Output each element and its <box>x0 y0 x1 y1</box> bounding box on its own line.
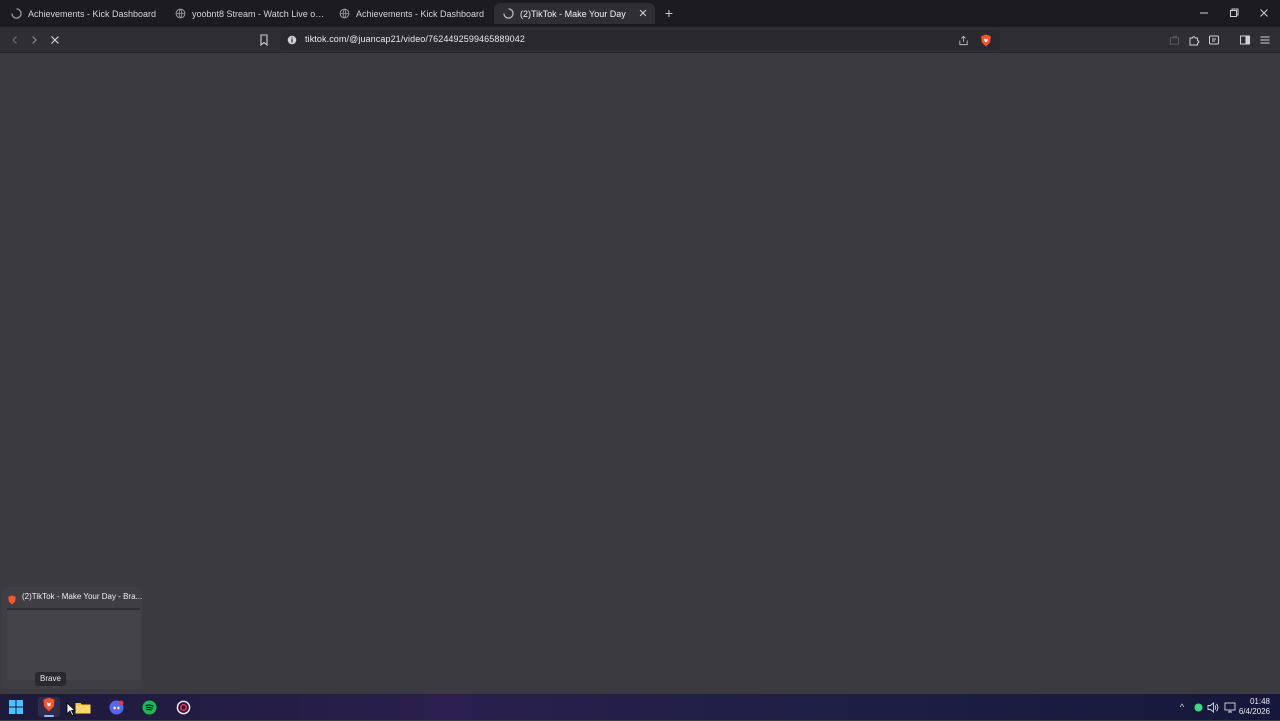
globe-icon <box>174 8 186 20</box>
tab-achievements-kick-2[interactable]: Achievements - Kick Dashboard <box>330 3 490 24</box>
loading-spinner-icon <box>10 8 22 20</box>
tab-achievements-kick-1[interactable]: Achievements - Kick Dashboard <box>2 3 162 24</box>
wallet-icon[interactable] <box>1166 32 1182 48</box>
mouse-cursor-icon <box>66 702 77 717</box>
forward-button[interactable] <box>26 32 42 48</box>
loading-spinner-icon <box>502 8 514 20</box>
leo-ai-icon[interactable] <box>1206 32 1222 48</box>
url-text: tiktok.com/@juancap21/video/762449259946… <box>305 34 526 44</box>
extensions-icon[interactable] <box>1186 32 1202 48</box>
tab-title: (2)TikTok - Make Your Day <box>520 8 626 19</box>
browser-toolbar: tiktok.com/@juancap21/video/762449259946… <box>0 27 1280 53</box>
sidebar-toggle-icon[interactable] <box>1237 32 1253 48</box>
tab-tiktok[interactable]: (2)TikTok - Make Your Day ✕ <box>494 3 655 24</box>
clock-date: 6/4/2026 <box>1238 707 1270 716</box>
brave-shields-icon[interactable] <box>978 32 994 48</box>
system-clock[interactable]: 01:48 6/4/2026 <box>1239 697 1270 717</box>
restore-button[interactable] <box>1224 4 1244 22</box>
stop-loading-button[interactable] <box>47 32 63 48</box>
taskbar-window-preview[interactable]: (2)TikTok - Make Your Day - Bra... <box>2 587 142 689</box>
show-hidden-icons-icon[interactable]: ^ <box>1175 700 1189 714</box>
active-indicator <box>44 715 54 717</box>
address-bar[interactable]: tiktok.com/@juancap21/video/762449259946… <box>280 30 1000 50</box>
globe-icon <box>338 8 350 20</box>
status-dot-icon[interactable] <box>1191 700 1205 714</box>
tab-strip: Achievements - Kick Dashboard yoobnt8 St… <box>0 0 1280 27</box>
preview-title: (2)TikTok - Make Your Day - Bra... <box>22 592 143 601</box>
page-content <box>0 53 1280 694</box>
tab-title: yoobnt8 Stream - Watch Live on Kick <box>192 8 326 19</box>
volume-icon[interactable] <box>1206 700 1220 714</box>
bookmark-icon[interactable] <box>256 32 272 48</box>
tab-title: Achievements - Kick Dashboard <box>356 8 485 19</box>
minimize-button[interactable] <box>1194 4 1214 22</box>
windows-start-icon[interactable] <box>5 697 27 717</box>
site-info-icon[interactable] <box>284 32 300 48</box>
taskbar: ^ 01:48 6/4/2026 <box>0 694 1280 720</box>
tab-yoobnt8-stream[interactable]: yoobnt8 Stream - Watch Live on Kick <box>166 3 326 24</box>
opera-gx-icon[interactable] <box>172 697 194 717</box>
brave-icon <box>42 697 56 717</box>
share-icon[interactable] <box>955 32 971 48</box>
discord-icon[interactable] <box>105 697 127 717</box>
back-button[interactable] <box>7 32 23 48</box>
taskbar-tooltip: Brave <box>35 672 66 686</box>
brave-taskbar-button[interactable] <box>38 697 60 717</box>
preview-thumbnail <box>7 608 140 680</box>
close-tab-icon[interactable]: ✕ <box>636 7 650 21</box>
close-window-button[interactable] <box>1254 4 1274 22</box>
clock-time: 01:48 <box>1249 697 1270 706</box>
menu-icon[interactable] <box>1257 32 1273 48</box>
tab-title: Achievements - Kick Dashboard <box>28 8 157 19</box>
brave-icon <box>7 592 17 605</box>
network-icon[interactable] <box>1223 700 1237 714</box>
spotify-icon[interactable] <box>138 697 160 717</box>
new-tab-button[interactable]: + <box>662 6 676 20</box>
